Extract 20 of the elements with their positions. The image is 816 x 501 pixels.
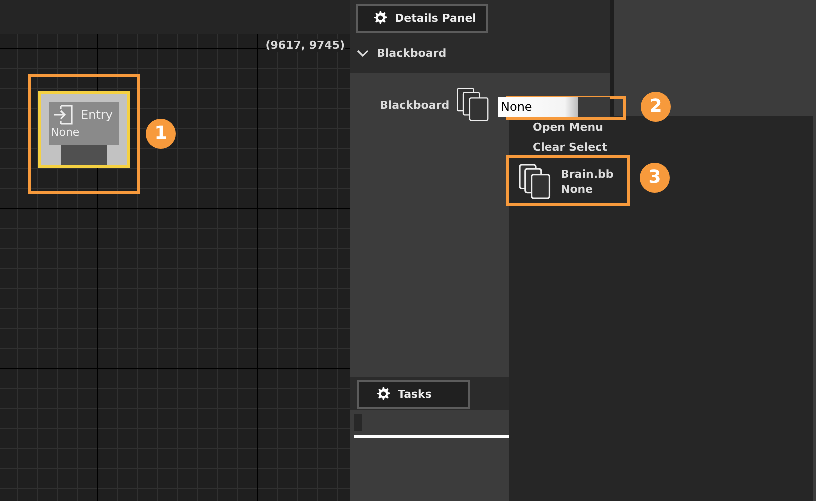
settings-icon (375, 386, 393, 403)
details-panel-tab[interactable]: Details Panel (356, 4, 488, 33)
section-header[interactable]: Blackboard (350, 34, 610, 73)
section-title: Blackboard (377, 47, 447, 60)
menu-item[interactable]: Open Menu (509, 118, 604, 138)
settings-icon (372, 10, 390, 27)
asset-subtitle: None (561, 182, 594, 197)
stacked-pages-icon (519, 164, 551, 200)
chevron-down-icon (357, 48, 369, 60)
menu-item[interactable]: Clear Select (509, 138, 608, 158)
asset-name: Brain.bb (561, 167, 614, 182)
enter-icon (53, 104, 75, 126)
asset-item[interactable]: Brain.bb None (509, 160, 624, 204)
tasks-tab[interactable]: Tasks (357, 380, 470, 409)
coordinates-label: (9617, 9745) (266, 39, 345, 52)
node-port[interactable] (61, 145, 107, 165)
node-value: None (50, 126, 81, 139)
field-label: Blackboard (380, 98, 450, 112)
asset-field[interactable]: None (498, 97, 610, 117)
node-title: Entry (81, 108, 113, 122)
